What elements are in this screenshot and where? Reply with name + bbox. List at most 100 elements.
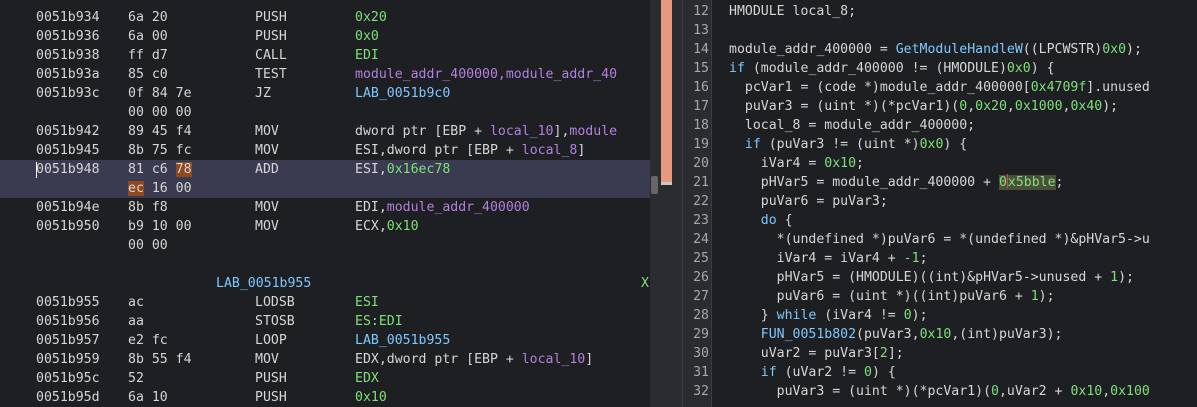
listing-row[interactable]: 0051b956 aa STOSB ES:EDI	[0, 312, 650, 331]
code-token[interactable]: iVar4 = iVar4 +	[729, 251, 904, 266]
code-token[interactable]: 0x0	[1102, 42, 1126, 57]
decompiler-line[interactable]: 17 puVar3 = (uint *)(*pcVar1)(0,0x20,0x1…	[683, 97, 1197, 116]
operand-token[interactable]: module_addr_400000	[387, 200, 530, 215]
code-text[interactable]: pHVar5 = module_addr_400000 + 0x5bble;	[729, 173, 1064, 192]
code-text[interactable]: if (module_addr_400000 != (HMODULE)0x0) …	[729, 59, 1055, 78]
instruction-mnemonic[interactable]: PUSH	[255, 27, 287, 46]
code-text[interactable]: HMODULE local_8;	[729, 2, 856, 21]
decompiler-line[interactable]: 23 do {	[683, 211, 1197, 230]
decompiler-line[interactable]: 12 HMODULE local_8;	[683, 2, 1197, 21]
operand-token[interactable]: ]	[577, 143, 585, 158]
listing-row[interactable]: 0051b934 6a 20 PUSH 0x20	[0, 8, 650, 27]
code-token[interactable]: ) {	[1031, 61, 1055, 76]
code-token[interactable]: module_addr_400000 =	[729, 42, 896, 57]
code-token[interactable]: ;	[920, 251, 928, 266]
code-text[interactable]: pHVar5 = (HMODULE)((int)&pHVar5->unused …	[729, 268, 1134, 287]
code-token[interactable]: 0	[991, 384, 999, 399]
code-text[interactable]: } while (iVar4 != 0);	[729, 306, 928, 325]
instruction-address[interactable]: 0051b95d	[36, 388, 100, 407]
code-token[interactable]: if	[761, 365, 777, 380]
listing-scrollbar[interactable]	[650, 0, 659, 407]
instruction-operands[interactable]: 0x20	[355, 8, 387, 27]
code-text[interactable]: puVar3 = (uint *)(*pcVar1)(0,0x20,0x1000…	[729, 97, 1118, 116]
instruction-address[interactable]: 0051b942	[36, 122, 100, 141]
code-token[interactable]: 0x4709f	[1031, 80, 1087, 95]
instruction-address[interactable]: 0051b957	[36, 331, 100, 350]
decompiler-line[interactable]: 14 module_addr_400000 = GetModuleHandleW(…	[683, 40, 1197, 59]
code-token[interactable]: );	[1118, 270, 1134, 285]
listing-row[interactable]: 0051b955 ac LODSB ESI	[0, 293, 650, 312]
operand-token[interactable]: 0x0	[355, 29, 379, 44]
code-token[interactable]	[729, 327, 761, 342]
instruction-mnemonic[interactable]: CALL	[255, 46, 287, 65]
code-token[interactable]: }	[729, 308, 777, 323]
code-token[interactable]: ,	[1007, 99, 1015, 114]
decompiler-line[interactable]: 29 FUN_0051b802(puVar3,0x10,(int)puVar3)…	[683, 325, 1197, 344]
operand-token[interactable]: ECX,	[355, 219, 387, 234]
listing-label-row[interactable]: LAB_0051b955 X	[0, 274, 650, 293]
selected-token[interactable]: 0x5bble	[998, 174, 1056, 190]
instruction-mnemonic[interactable]: MOV	[255, 198, 279, 217]
code-token[interactable]: GetModuleHandleW	[896, 42, 1023, 57]
code-token[interactable]: do	[761, 213, 777, 228]
code-token[interactable]: 0	[904, 308, 912, 323]
code-token[interactable]: 0x10	[1070, 384, 1102, 399]
code-token[interactable]	[729, 137, 745, 152]
instruction-address[interactable]: 0051b959	[36, 350, 100, 369]
instruction-operands[interactable]: 0x0	[355, 27, 379, 46]
listing-row[interactable]: 00 00	[0, 236, 650, 255]
instruction-mnemonic[interactable]: PUSH	[255, 369, 287, 388]
operand-token[interactable]: ],	[554, 124, 570, 139]
operand-token[interactable]: ESI	[355, 295, 379, 310]
code-token[interactable]: {	[777, 213, 793, 228]
listing-row[interactable]: 0051b93a 85 c0 TEST module_addr_400000,modu…	[0, 65, 650, 84]
code-token[interactable]: -1	[904, 251, 920, 266]
operand-token[interactable]: ESI,	[355, 162, 387, 177]
instruction-operands[interactable]: LAB_0051b955	[355, 331, 450, 350]
listing-row[interactable]: 0051b93c 0f 84 7e JZ LAB_0051b9c0	[0, 84, 650, 103]
code-text[interactable]: do {	[729, 211, 793, 230]
code-text[interactable]: local_8 = module_addr_400000;	[729, 116, 975, 135]
operand-token[interactable]: 0x10	[355, 390, 387, 405]
decompiler-line[interactable]: 20 iVar4 = 0x10;	[683, 154, 1197, 173]
code-text[interactable]: iVar4 = iVar4 + -1;	[729, 249, 928, 268]
operand-token[interactable]: LAB_0051b9c0	[355, 86, 450, 101]
code-token[interactable]: 0x1000	[1015, 99, 1063, 114]
instruction-address[interactable]: 0051b950	[36, 217, 100, 236]
code-token[interactable]: *(undefined *)puVar6 = *(undefined *)&pH…	[729, 232, 1150, 247]
code-token[interactable]: 0x100	[1110, 384, 1150, 399]
operand-token[interactable]: 0x16ec78	[387, 162, 451, 177]
instruction-address[interactable]: 0051b938	[36, 46, 100, 65]
operand-token[interactable]: local_10	[522, 352, 586, 367]
decompiler-line[interactable]: 28 } while (iVar4 != 0);	[683, 306, 1197, 325]
decompiler-line[interactable]: 30 uVar2 = puVar3[2];	[683, 344, 1197, 363]
operand-token[interactable]: EDI	[355, 48, 379, 63]
code-token[interactable]: while	[777, 308, 817, 323]
code-text[interactable]: puVar6 = puVar3;	[729, 192, 888, 211]
decompiler-line[interactable]: 32 puVar3 = (uint *)(*pcVar1)(0,uVar2 + …	[683, 382, 1197, 401]
instruction-address[interactable]: 0051b955	[36, 293, 100, 312]
instruction-operands[interactable]: module_addr_400000,module_addr_40	[355, 65, 617, 84]
instruction-operands[interactable]: EDI	[355, 46, 379, 65]
code-token[interactable]: puVar6 = (uint *)((int)puVar6 +	[729, 289, 1031, 304]
instruction-address[interactable]: 0051b93a	[36, 65, 100, 84]
instruction-operands[interactable]: LAB_0051b9c0	[355, 84, 450, 103]
instruction-operands[interactable]: ES:EDI	[355, 312, 403, 331]
operand-token[interactable]: module	[569, 124, 617, 139]
code-token[interactable]: 0x10	[824, 156, 856, 171]
code-token[interactable]: ;	[1056, 175, 1064, 190]
operand-token[interactable]: module_addr_400000,module_addr_40	[355, 67, 617, 82]
decompiler-line[interactable]: 21 pHVar5 = module_addr_400000 + 0x5bble…	[683, 173, 1197, 192]
instruction-operands[interactable]: ECX,0x10	[355, 217, 419, 236]
code-token[interactable]: ].unused	[1086, 80, 1150, 95]
instruction-mnemonic[interactable]: LODSB	[255, 293, 295, 312]
instruction-address[interactable]: 0051b95c	[36, 369, 100, 388]
code-token[interactable]: local_8 = module_addr_400000;	[729, 118, 975, 133]
instruction-operands[interactable]: dword ptr [EBP + local_10],module	[355, 122, 617, 141]
code-token[interactable]: 2	[880, 346, 888, 361]
listing-row[interactable]: 0051b948 81 c6 78 ADD ESI,0x16ec78	[0, 160, 650, 179]
instruction-mnemonic[interactable]: MOV	[255, 217, 279, 236]
instruction-mnemonic[interactable]: LOOP	[255, 331, 287, 350]
code-token[interactable]: 1	[1031, 289, 1039, 304]
code-text[interactable]: puVar6 = (uint *)((int)puVar6 + 1);	[729, 287, 1055, 306]
